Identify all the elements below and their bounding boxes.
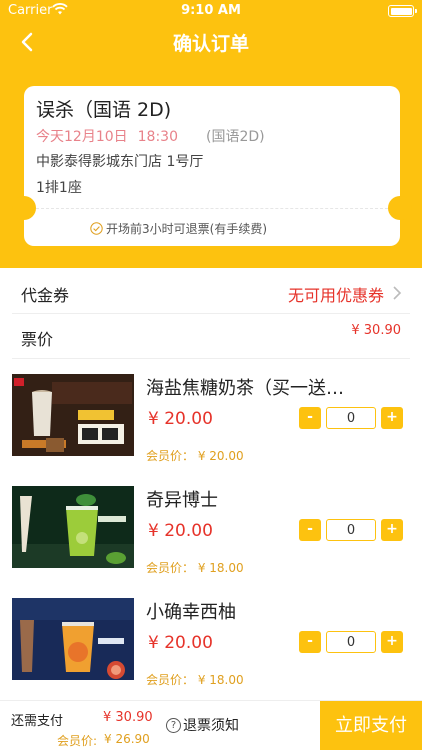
divider	[12, 313, 410, 314]
product-item: 海盐焦糖奶茶（买一送一） ¥ 20.00 会员价： ¥ 20.00 - +	[0, 374, 422, 486]
show-date: 今天12月10日	[36, 129, 128, 145]
member-price: 会员价： ¥ 18.00	[146, 673, 244, 687]
quantity-input[interactable]	[326, 631, 376, 653]
quantity-stepper: - +	[299, 407, 403, 429]
member-total-value: ¥ 26.90	[104, 732, 150, 746]
question-icon: ?	[166, 717, 181, 733]
decrease-button[interactable]: -	[299, 519, 321, 541]
refund-policy-label: 退票须知	[183, 718, 239, 734]
decrease-button[interactable]: -	[299, 407, 321, 429]
nav-bar: 确认订单	[0, 22, 422, 62]
refund-note: 开场前3小时可退票(有手续费)	[90, 220, 267, 237]
show-time: 18:30	[137, 129, 178, 145]
quantity-input[interactable]	[326, 519, 376, 541]
ticket-card: 误杀（国语 2D) 今天12月10日 18:30 (国语2D) 中影泰得影城东门店…	[12, 86, 412, 246]
ticket-divider	[36, 208, 388, 209]
increase-button[interactable]: +	[381, 519, 403, 541]
quantity-stepper: - +	[299, 631, 403, 653]
member-total-label: 会员价:	[57, 734, 98, 748]
movie-title: 误杀（国语 2D)	[36, 99, 172, 121]
product-price: ¥ 20.00	[148, 521, 213, 541]
product-item: 奇异博士 ¥ 20.00 会员价： ¥ 18.00 - +	[0, 486, 422, 598]
product-image-milk-tea[interactable]	[12, 374, 134, 456]
ticket-notch-left	[12, 196, 36, 220]
checkout-bar: 还需支付 ¥ 30.90 会员价: ¥ 26.90 ? 退票须知 立即支付	[0, 700, 422, 750]
movie-format: (国语2D)	[206, 129, 265, 145]
decrease-button[interactable]: -	[299, 631, 321, 653]
increase-button[interactable]: +	[381, 631, 403, 653]
product-item: 小确幸西柚 ¥ 20.00 会员价： ¥ 18.00 - +	[0, 598, 422, 710]
chevron-right-icon[interactable]	[390, 284, 404, 302]
divider	[12, 358, 410, 359]
page-title: 确认订单	[172, 33, 249, 55]
check-circle-icon	[90, 222, 103, 235]
cinema-hall: 中影泰得影城东门店 1号厅	[36, 154, 204, 170]
ticket-price-label: 票价	[21, 330, 54, 349]
refund-policy-link[interactable]: ? 退票须知	[166, 715, 239, 735]
refund-note-text: 开场前3小时可退票(有手续费)	[106, 222, 267, 236]
product-name: 奇异博士	[146, 490, 218, 511]
amount-due-label: 还需支付	[11, 714, 64, 729]
product-image-kiwi-drink[interactable]	[12, 486, 134, 568]
quantity-stepper: - +	[299, 519, 403, 541]
voucher-label: 代金券	[21, 286, 70, 305]
status-bar: Carrier 9:10 AM	[0, 0, 422, 22]
ticket-price-value: ¥ 30.90	[351, 323, 401, 338]
product-name: 海盐焦糖奶茶（买一送一）	[146, 378, 346, 399]
seat-info: 1排1座	[36, 180, 82, 196]
status-time: 9:10 AM	[181, 3, 241, 18]
member-price: 会员价： ¥ 20.00	[146, 449, 244, 463]
battery-icon	[388, 5, 417, 17]
product-image-grapefruit-drink[interactable]	[12, 598, 134, 680]
member-price: 会员价： ¥ 18.00	[146, 561, 244, 575]
ticket-notch-right	[388, 196, 412, 220]
product-name: 小确幸西柚	[146, 602, 236, 623]
increase-button[interactable]: +	[381, 407, 403, 429]
amount-due-value: ¥ 30.90	[103, 710, 153, 725]
product-price: ¥ 20.00	[148, 409, 213, 429]
voucher-status[interactable]: 无可用优惠券	[288, 282, 384, 306]
product-price: ¥ 20.00	[148, 633, 213, 653]
quantity-input[interactable]	[326, 407, 376, 429]
showtime: 今天12月10日 18:30	[36, 126, 178, 146]
pay-now-button[interactable]: 立即支付	[320, 701, 422, 750]
